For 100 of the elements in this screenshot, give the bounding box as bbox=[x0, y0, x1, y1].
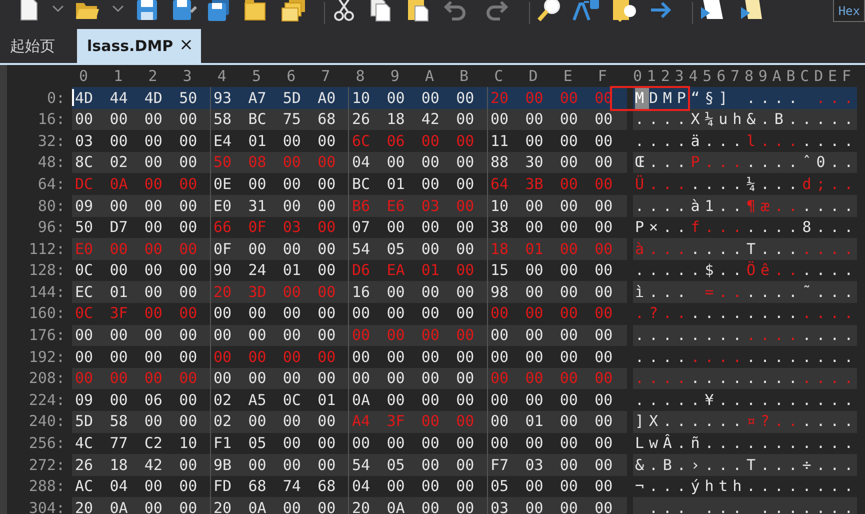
column-header: F bbox=[596, 66, 608, 87]
row-offset: 96: bbox=[36, 217, 66, 238]
hex-bytes: 00 00 00 00 bbox=[349, 368, 488, 390]
column-header: 6 bbox=[286, 66, 297, 87]
text-cursor bbox=[72, 89, 74, 106]
hex-bytes: 38 00 00 00 bbox=[490, 217, 614, 238]
row-offset: 48: bbox=[36, 152, 66, 174]
hex-bytes: E0 00 00 00 bbox=[72, 238, 210, 260]
hex-bytes: E0 31 00 00 bbox=[210, 194, 349, 217]
row-offset: 144: bbox=[28, 282, 66, 303]
row-offset: 224: bbox=[28, 390, 66, 411]
hex-bytes: 18 01 00 00 bbox=[490, 238, 614, 260]
ascii-text: ................ bbox=[634, 346, 857, 368]
hex-bytes: A4 3F 00 00 bbox=[349, 410, 488, 432]
hex-bytes: 02 00 00 00 bbox=[210, 410, 349, 432]
hex-bytes: EC 01 00 00 bbox=[72, 281, 210, 303]
hex-bytes: 20 0A 00 00 bbox=[210, 497, 349, 514]
hex-bytes: 20 0A 00 00 bbox=[349, 497, 488, 514]
hex-bytes: 00 00 00 00 bbox=[490, 325, 614, 346]
hex-bytes: 5D 58 00 00 bbox=[72, 410, 210, 432]
column-header: 0 bbox=[78, 66, 90, 87]
row-offset: 128: bbox=[28, 260, 66, 282]
column-header: B bbox=[458, 66, 470, 87]
row-offset: 240: bbox=[28, 411, 66, 432]
hex-bytes: 00 00 00 00 bbox=[490, 390, 614, 411]
column-header: 9 bbox=[389, 66, 400, 87]
ascii-text: à.......T....... bbox=[633, 238, 857, 260]
column-header: E bbox=[562, 66, 574, 87]
row-offset: 304: bbox=[28, 498, 66, 514]
hex-bytes: 00 00 00 00 bbox=[490, 109, 614, 130]
hex-bytes: 00 00 00 00 bbox=[72, 324, 210, 346]
hex-bytes: 8C 02 00 00 bbox=[72, 152, 210, 174]
save-as-icon[interactable] bbox=[170, 0, 198, 23]
hex-bytes: 9B 00 00 00 bbox=[210, 454, 349, 476]
hex-mode-button[interactable]: Hex bbox=[833, 0, 865, 22]
hex-bytes: 58 BC 75 68 bbox=[210, 108, 349, 130]
ascii-text: ....ä...l....... bbox=[634, 130, 857, 152]
ascii-text: &.B.›...T...÷... bbox=[633, 454, 857, 476]
hex-bytes: 05 00 00 00 bbox=[490, 476, 614, 498]
hex-bytes: 00 00 00 00 bbox=[210, 368, 349, 390]
hex-bytes: 03 00 00 00 bbox=[490, 498, 614, 514]
ascii-text: Ü.......¼...d;.. bbox=[634, 174, 857, 195]
ascii-text: ................ bbox=[633, 368, 857, 390]
hex-bytes: 00 00 00 00 bbox=[349, 324, 488, 346]
ascii-text: .?.............. bbox=[634, 303, 857, 324]
hex-bytes: 54 05 00 00 bbox=[349, 238, 488, 260]
ascii-text: ]X......¤?...... bbox=[633, 410, 857, 432]
hex-bytes: 00 00 00 00 bbox=[72, 368, 210, 390]
row-offset: 192: bbox=[28, 346, 66, 368]
column-header: 7 bbox=[320, 66, 332, 87]
row-offset: 80: bbox=[36, 196, 66, 217]
column-header: C bbox=[493, 66, 504, 87]
column-header: 2 bbox=[147, 66, 158, 87]
hex-bytes: 64 3B 00 00 bbox=[490, 174, 614, 195]
ascii-text: ì... =......˜... bbox=[633, 281, 857, 303]
hex-bytes: 15 00 00 00 bbox=[490, 260, 614, 282]
hex-bytes: 00 00 00 00 bbox=[490, 346, 614, 368]
hex-bytes: 00 00 00 00 bbox=[72, 108, 210, 130]
ascii-header: 0123456789ABCDEF bbox=[633, 66, 856, 87]
hex-bytes: 16 00 00 00 bbox=[349, 281, 488, 303]
hex-bytes: 04 00 00 00 bbox=[349, 152, 488, 174]
row-offset: 0: bbox=[46, 88, 66, 109]
ascii-text: ... ... ....... bbox=[633, 497, 857, 514]
hex-bytes: 20 0A 00 00 bbox=[72, 497, 210, 514]
hex-bytes: 09 00 00 00 bbox=[72, 194, 210, 217]
ascii-text: P×..f.......8... bbox=[634, 217, 857, 238]
column-header: A bbox=[424, 66, 435, 87]
row-offset: 288: bbox=[28, 476, 66, 498]
ascii-text: ................ bbox=[633, 324, 857, 346]
row-offset: 112: bbox=[28, 238, 66, 260]
hex-bytes: 00 00 00 00 bbox=[490, 303, 614, 324]
hex-bytes: 26 18 42 00 bbox=[349, 108, 488, 130]
hex-bytes: 26 18 42 00 bbox=[72, 454, 210, 476]
hex-bytes: F7 03 00 00 bbox=[490, 454, 614, 476]
hex-bytes: 11 00 00 00 bbox=[490, 130, 614, 152]
column-header: 8 bbox=[354, 66, 366, 87]
hex-bytes: 00 00 00 00 bbox=[210, 324, 349, 346]
row-offset: 32: bbox=[36, 130, 66, 152]
close-icon[interactable]: × bbox=[179, 33, 194, 59]
row-offset: 160: bbox=[28, 303, 66, 324]
hex-bytes: 10 00 00 00 bbox=[490, 196, 614, 217]
row-offset: 64: bbox=[36, 174, 66, 195]
column-header: 5 bbox=[250, 66, 262, 87]
column-header: 4 bbox=[216, 66, 228, 87]
hex-bytes: 98 00 00 00 bbox=[490, 282, 614, 303]
row-offset: 256: bbox=[28, 433, 66, 454]
row-offset: 208: bbox=[28, 368, 66, 390]
hex-bytes: 00 00 00 00 bbox=[490, 433, 614, 454]
hex-bytes: 0F 00 00 00 bbox=[210, 238, 349, 260]
hex-bytes: 50 08 00 00 bbox=[210, 152, 349, 174]
tab[interactable]: lsass.DMP × bbox=[77, 29, 202, 63]
hex-bytes: 88 30 00 00 bbox=[490, 152, 614, 174]
ascii-text: .....¥.......... bbox=[634, 390, 857, 411]
tab[interactable]: 起始页 bbox=[0, 29, 63, 63]
hex-bytes: 54 05 00 00 bbox=[349, 454, 488, 476]
hex-bytes: 00 00 00 00 bbox=[490, 368, 614, 390]
hex-bytes: B6 E6 03 00 bbox=[349, 194, 488, 217]
column-header: 1 bbox=[112, 66, 124, 87]
column-header: 3 bbox=[182, 66, 193, 87]
row-offset: 272: bbox=[28, 454, 66, 476]
